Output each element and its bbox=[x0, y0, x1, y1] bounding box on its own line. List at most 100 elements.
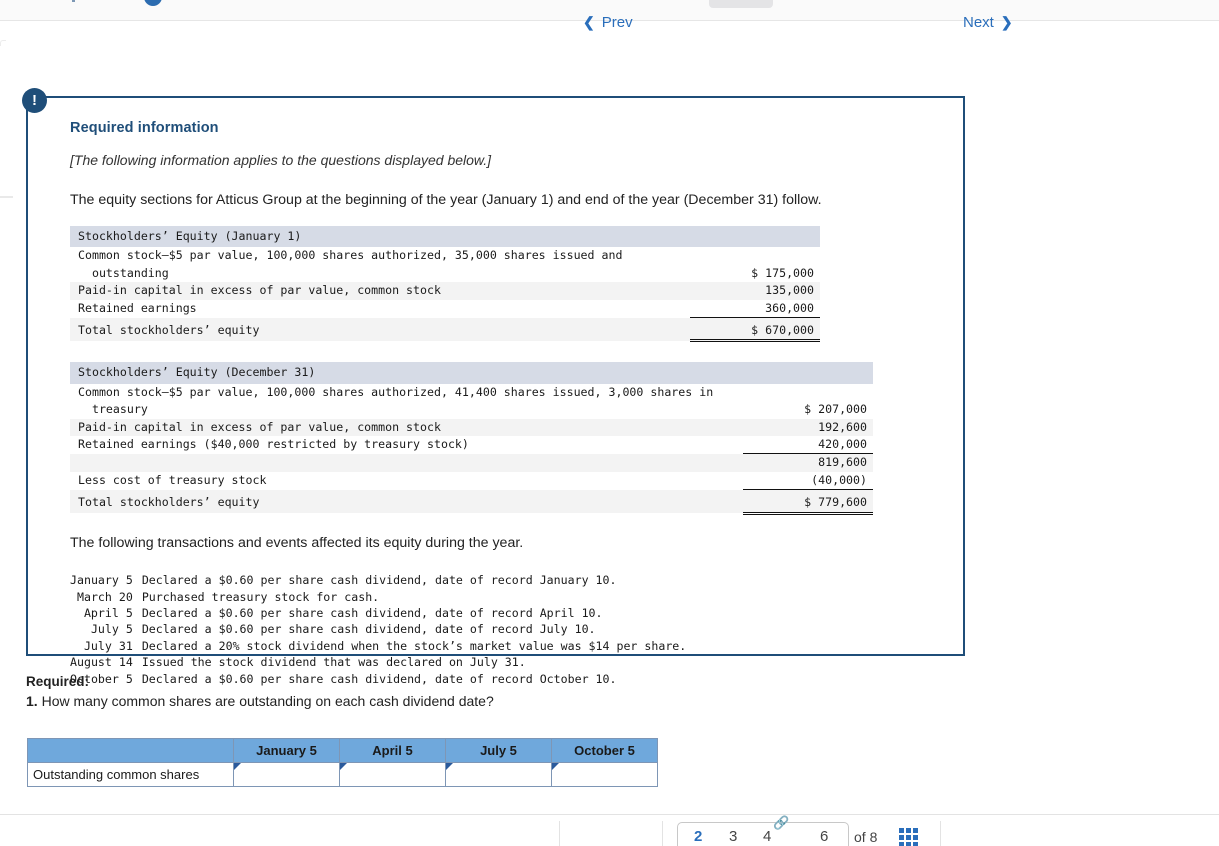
table-row: Outstanding common shares bbox=[27, 762, 658, 787]
table-row: treasury $ 207,000 bbox=[70, 401, 873, 418]
list-item: April 5 Declared a $0.60 per share cash … bbox=[70, 606, 686, 622]
prev-button[interactable]: ❮ Prev bbox=[583, 14, 633, 31]
row-label: Retained earnings bbox=[78, 300, 197, 315]
column-header-october-5: October 5 bbox=[551, 738, 658, 763]
answer-input-january-5[interactable] bbox=[233, 762, 340, 787]
row-value: $ 207,000 bbox=[804, 402, 867, 417]
row-label: treasury bbox=[78, 402, 148, 417]
exclamation-icon: ! bbox=[22, 88, 47, 113]
question-text: 1. How many common shares are outstandin… bbox=[26, 693, 1026, 709]
answer-table: January 5 April 5 July 5 October 5 Outst… bbox=[27, 738, 658, 787]
row-value bbox=[690, 247, 820, 264]
transaction-date: July 5 bbox=[90, 622, 133, 637]
top-chrome-button[interactable] bbox=[709, 0, 773, 8]
transaction-date: July 31 bbox=[83, 638, 133, 653]
chevron-right-icon: ❯ bbox=[1000, 14, 1013, 30]
table-row: Paid-in capital in excess of par value, … bbox=[70, 418, 873, 437]
transactions-list: January 5 Declared a $0.60 per share cas… bbox=[70, 573, 686, 688]
page-root: ! Required information [The following in… bbox=[0, 0, 1219, 846]
answer-input-april-5[interactable] bbox=[339, 762, 446, 787]
table-row: Common stock—$5 par value, 100,000 share… bbox=[70, 384, 873, 401]
table-row: Less cost of treasury stock (40,000) bbox=[70, 471, 873, 491]
nav-divider bbox=[940, 821, 941, 846]
equity-dec-header-spacer bbox=[743, 362, 873, 384]
left-panel-corner bbox=[0, 40, 6, 46]
page-number-6[interactable]: 6 bbox=[820, 828, 828, 845]
question-body: How many common shares are outstanding o… bbox=[41, 693, 494, 709]
row-value: $ 670,000 bbox=[690, 317, 820, 343]
link-icon: 🔗 bbox=[773, 815, 790, 830]
corner-header bbox=[27, 738, 234, 763]
row-label: Common stock—$5 par value, 100,000 share… bbox=[78, 248, 623, 263]
transaction-text: Purchased treasury stock for cash. bbox=[141, 589, 380, 604]
column-header-july-5: July 5 bbox=[445, 738, 552, 763]
transaction-date: January 5 bbox=[70, 573, 133, 588]
transactions-intro: The following transactions and events af… bbox=[70, 534, 524, 551]
table-row-subtotal: 819,600 bbox=[70, 453, 873, 472]
next-label: Next bbox=[963, 14, 994, 31]
row-label: Paid-in capital in excess of par value, … bbox=[70, 418, 743, 437]
row-label-outstanding-common-shares: Outstanding common shares bbox=[27, 762, 234, 787]
row-value: 819,600 bbox=[743, 453, 873, 472]
page-number-3[interactable]: 3 bbox=[729, 828, 737, 845]
top-chrome-indicator bbox=[144, 0, 162, 6]
table-row: Retained earnings ($40,000 restricted by… bbox=[70, 436, 873, 455]
row-label: Total stockholders’ equity bbox=[70, 317, 690, 341]
row-value: 360,000 bbox=[690, 299, 820, 319]
page-number-2[interactable]: 2 bbox=[694, 828, 702, 845]
list-item: March 20 Purchased treasury stock for ca… bbox=[70, 589, 686, 605]
table-row: Paid-in capital in excess of par value, … bbox=[70, 282, 820, 300]
row-label: Common stock—$5 par value, 100,000 share… bbox=[78, 384, 714, 399]
chevron-left-icon: ❮ bbox=[583, 14, 595, 30]
transaction-text: Declared a $0.60 per share cash dividend… bbox=[141, 622, 596, 637]
row-label: outstanding bbox=[78, 265, 169, 280]
page-number-4[interactable]: 4 bbox=[763, 828, 771, 845]
page-count-label: of 8 bbox=[854, 829, 878, 845]
applies-note: [The following information applies to th… bbox=[70, 152, 492, 168]
transaction-text: Declared a 20% stock dividend when the s… bbox=[141, 638, 687, 653]
equity-table-december: Stockholders’ Equity (December 31) Commo… bbox=[70, 362, 873, 515]
row-label: Retained earnings ($40,000 restricted by… bbox=[78, 437, 469, 452]
transaction-text: Issued the stock dividend that was decla… bbox=[141, 655, 526, 670]
transaction-text: Declared a $0.60 per share cash dividend… bbox=[141, 573, 617, 588]
table-header-row: Stockholders’ Equity (January 1) bbox=[70, 226, 820, 248]
row-label: Less cost of treasury stock bbox=[78, 472, 267, 487]
column-header-january-5: January 5 bbox=[233, 738, 340, 763]
table-header-row: Stockholders’ Equity (December 31) bbox=[70, 362, 873, 384]
nav-divider bbox=[662, 821, 663, 846]
table-row-total: Total stockholders’ equity $ 779,600 bbox=[70, 489, 873, 515]
list-item: July 5 Declared a $0.60 per share cash d… bbox=[70, 622, 686, 638]
row-label: Total stockholders’ equity bbox=[70, 489, 743, 514]
list-item: August 14 Issued the stock dividend that… bbox=[70, 655, 686, 671]
equity-dec-header: Stockholders’ Equity (December 31) bbox=[70, 362, 743, 384]
table-row-total: Total stockholders’ equity $ 670,000 bbox=[70, 317, 820, 343]
question-number: 1. bbox=[26, 693, 38, 709]
table-row: Common stock—$5 par value, 100,000 share… bbox=[70, 247, 820, 264]
row-value: 420,000 bbox=[743, 436, 873, 455]
grid-icon[interactable] bbox=[899, 828, 918, 846]
column-header-april-5: April 5 bbox=[339, 738, 446, 763]
row-value: 135,000 bbox=[690, 282, 820, 300]
answer-input-october-5[interactable] bbox=[551, 762, 658, 787]
list-item: January 5 Declared a $0.60 per share cas… bbox=[70, 573, 686, 589]
row-value: (40,000) bbox=[743, 471, 873, 491]
equity-jan-header-spacer bbox=[690, 226, 820, 248]
row-value: $ 175,000 bbox=[751, 265, 814, 280]
answer-input-july-5[interactable] bbox=[445, 762, 552, 787]
top-chrome-tick bbox=[72, 0, 75, 2]
equity-table-january: Stockholders’ Equity (January 1) Common … bbox=[70, 226, 820, 343]
transaction-date: August 14 bbox=[70, 655, 133, 670]
list-item: July 31 Declared a 20% stock dividend wh… bbox=[70, 638, 686, 654]
bottom-navigation-bar bbox=[0, 814, 1219, 846]
row-label: Paid-in capital in excess of par value, … bbox=[70, 282, 690, 300]
table-row: Retained earnings 360,000 bbox=[70, 299, 820, 319]
required-label: Required: bbox=[26, 674, 90, 689]
prev-label: Prev bbox=[601, 14, 633, 31]
equity-jan-header: Stockholders’ Equity (January 1) bbox=[70, 226, 690, 248]
next-button[interactable]: Next ❯ bbox=[963, 14, 1013, 31]
intro-paragraph: The equity sections for Atticus Group at… bbox=[70, 192, 822, 208]
transaction-text: Declared a $0.60 per share cash dividend… bbox=[141, 606, 603, 620]
answer-table-header-row: January 5 April 5 July 5 October 5 bbox=[27, 738, 658, 763]
row-label bbox=[70, 453, 743, 472]
required-information-heading: Required information bbox=[70, 120, 219, 136]
